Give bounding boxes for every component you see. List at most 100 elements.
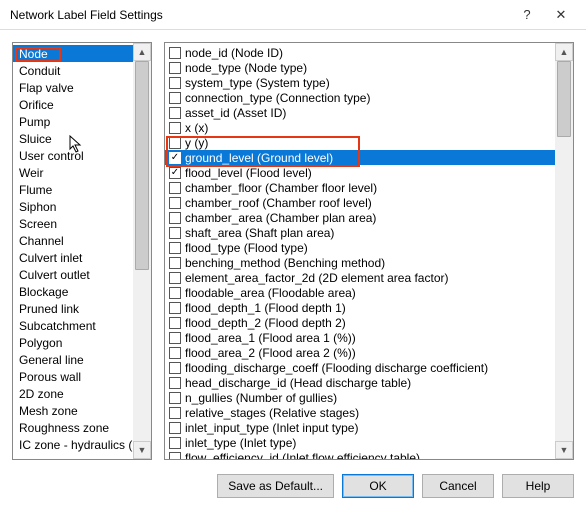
checkbox[interactable] [169, 317, 181, 329]
right-scrollbar[interactable]: ▲ ▼ [555, 43, 573, 459]
ok-button[interactable]: OK [342, 474, 414, 498]
field-item[interactable]: flood_type (Flood type) [165, 240, 555, 255]
scroll-up-icon[interactable]: ▲ [133, 43, 151, 61]
category-item[interactable]: Siphon [13, 198, 133, 215]
checkbox[interactable] [169, 212, 181, 224]
checkbox[interactable] [169, 332, 181, 344]
field-item[interactable]: flood_area_1 (Flood area 1 (%)) [165, 330, 555, 345]
checkbox[interactable] [169, 242, 181, 254]
category-item[interactable]: Pruned link [13, 300, 133, 317]
field-item[interactable]: system_type (System type) [165, 75, 555, 90]
field-item[interactable]: chamber_roof (Chamber roof level) [165, 195, 555, 210]
fields-list[interactable]: node_id (Node ID)node_type (Node type)sy… [165, 43, 555, 459]
category-item[interactable]: Weir [13, 164, 133, 181]
category-item[interactable]: Flap valve [13, 79, 133, 96]
field-item[interactable]: n_gullies (Number of gullies) [165, 390, 555, 405]
scroll-track[interactable] [133, 61, 151, 441]
category-item[interactable]: Screen [13, 215, 133, 232]
field-item[interactable]: x (x) [165, 120, 555, 135]
field-item[interactable]: connection_type (Connection type) [165, 90, 555, 105]
checkbox[interactable] [169, 377, 181, 389]
field-item[interactable]: node_type (Node type) [165, 60, 555, 75]
field-item[interactable]: flood_depth_1 (Flood depth 1) [165, 300, 555, 315]
scroll-track[interactable] [555, 61, 573, 441]
checkbox[interactable] [169, 437, 181, 449]
field-item[interactable]: chamber_floor (Chamber floor level) [165, 180, 555, 195]
field-item[interactable]: flood_area_2 (Flood area 2 (%)) [165, 345, 555, 360]
checkbox[interactable] [169, 62, 181, 74]
category-item[interactable]: Node [13, 45, 133, 62]
checkbox[interactable] [169, 422, 181, 434]
field-item[interactable]: element_area_factor_2d (2D element area … [165, 270, 555, 285]
checkbox[interactable] [169, 182, 181, 194]
category-item[interactable]: General line [13, 351, 133, 368]
checkbox[interactable] [169, 197, 181, 209]
checkbox[interactable] [169, 302, 181, 314]
scroll-thumb[interactable] [135, 61, 149, 270]
category-item[interactable]: 2D zone [13, 385, 133, 402]
checkbox[interactable] [169, 272, 181, 284]
field-item[interactable]: ground_level (Ground level) [165, 150, 555, 165]
checkbox[interactable] [169, 392, 181, 404]
field-item[interactable]: asset_id (Asset ID) [165, 105, 555, 120]
save-default-button[interactable]: Save as Default... [217, 474, 334, 498]
category-item[interactable]: IC zone - hydraulics (2D) [13, 436, 133, 453]
field-item[interactable]: flood_depth_2 (Flood depth 2) [165, 315, 555, 330]
field-item[interactable]: benching_method (Benching method) [165, 255, 555, 270]
category-item[interactable]: Polygon [13, 334, 133, 351]
category-item[interactable]: Culvert outlet [13, 266, 133, 283]
category-item[interactable]: Conduit [13, 62, 133, 79]
field-item[interactable]: chamber_area (Chamber plan area) [165, 210, 555, 225]
field-item[interactable]: inlet_input_type (Inlet input type) [165, 420, 555, 435]
category-item[interactable]: Culvert inlet [13, 249, 133, 266]
checkbox[interactable] [169, 77, 181, 89]
category-item[interactable]: Mesh zone [13, 402, 133, 419]
category-item[interactable]: Sluice [13, 130, 133, 147]
field-item[interactable]: inlet_type (Inlet type) [165, 435, 555, 450]
category-item[interactable]: Pump [13, 113, 133, 130]
left-scrollbar[interactable]: ▲ ▼ [133, 43, 151, 459]
checkbox[interactable] [169, 452, 181, 460]
scroll-down-icon[interactable]: ▼ [555, 441, 573, 459]
category-item[interactable]: Flume [13, 181, 133, 198]
checkbox[interactable] [169, 167, 181, 179]
checkbox[interactable] [169, 137, 181, 149]
help-button[interactable]: ? [510, 0, 544, 29]
button-bar: Save as Default... OK Cancel Help [0, 462, 586, 510]
checkbox[interactable] [169, 122, 181, 134]
close-button[interactable]: ✕ [544, 0, 578, 29]
checkbox[interactable] [169, 152, 181, 164]
field-item[interactable]: flood_level (Flood level) [165, 165, 555, 180]
field-item[interactable]: node_id (Node ID) [165, 45, 555, 60]
field-item[interactable]: head_discharge_id (Head discharge table) [165, 375, 555, 390]
category-item[interactable]: Blockage [13, 283, 133, 300]
category-item[interactable]: Channel [13, 232, 133, 249]
checkbox[interactable] [169, 92, 181, 104]
checkbox[interactable] [169, 47, 181, 59]
field-item[interactable]: shaft_area (Shaft plan area) [165, 225, 555, 240]
category-pane: NodeConduitFlap valveOrificePumpSluiceUs… [12, 42, 152, 460]
field-item[interactable]: flooding_discharge_coeff (Flooding disch… [165, 360, 555, 375]
scroll-thumb[interactable] [557, 61, 571, 137]
checkbox[interactable] [169, 362, 181, 374]
category-item[interactable]: Subcatchment [13, 317, 133, 334]
scroll-up-icon[interactable]: ▲ [555, 43, 573, 61]
category-item[interactable]: Roughness zone [13, 419, 133, 436]
checkbox[interactable] [169, 287, 181, 299]
category-item[interactable]: Porous wall [13, 368, 133, 385]
field-item[interactable]: flow_efficiency_id (Inlet flow efficienc… [165, 450, 555, 459]
scroll-down-icon[interactable]: ▼ [133, 441, 151, 459]
checkbox[interactable] [169, 107, 181, 119]
category-list[interactable]: NodeConduitFlap valveOrificePumpSluiceUs… [13, 43, 133, 459]
checkbox[interactable] [169, 257, 181, 269]
field-item[interactable]: y (y) [165, 135, 555, 150]
category-item[interactable]: Orifice [13, 96, 133, 113]
checkbox[interactable] [169, 227, 181, 239]
checkbox[interactable] [169, 347, 181, 359]
category-item[interactable]: User control [13, 147, 133, 164]
checkbox[interactable] [169, 407, 181, 419]
field-item[interactable]: relative_stages (Relative stages) [165, 405, 555, 420]
help-button[interactable]: Help [502, 474, 574, 498]
field-item[interactable]: floodable_area (Floodable area) [165, 285, 555, 300]
cancel-button[interactable]: Cancel [422, 474, 494, 498]
